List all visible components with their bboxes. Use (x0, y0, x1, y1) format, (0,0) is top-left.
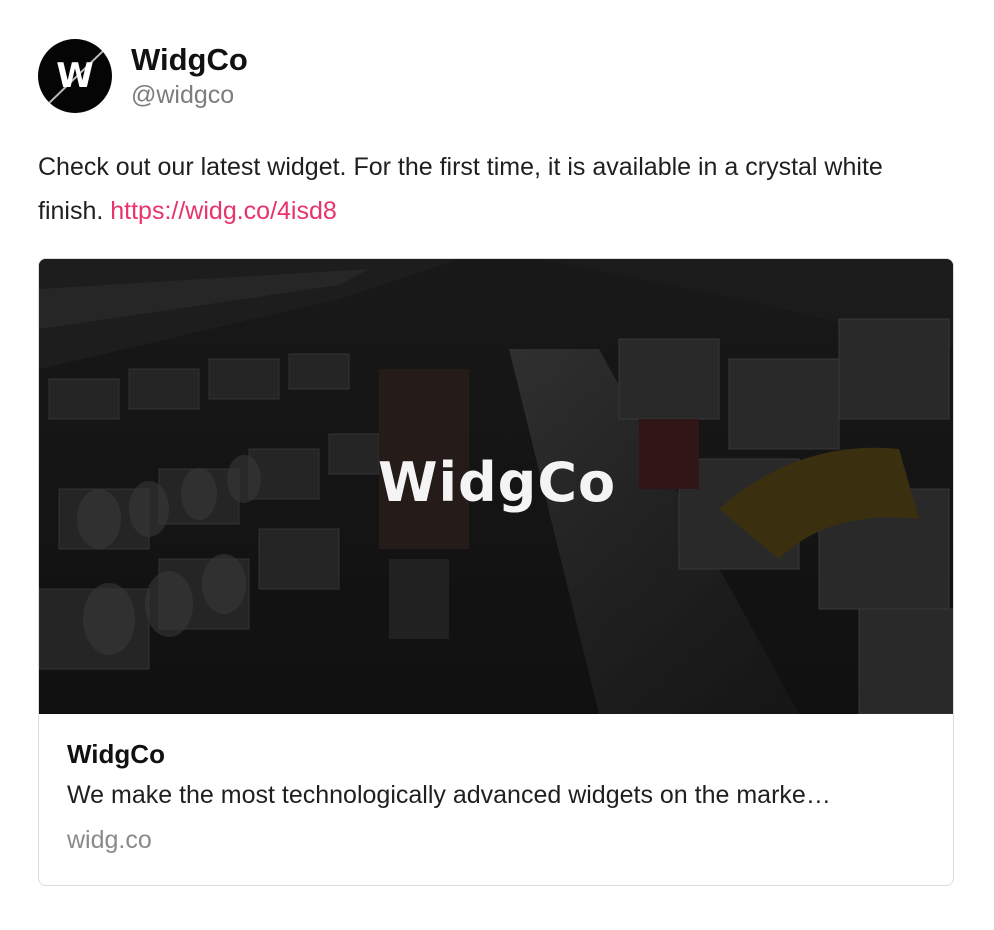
link-preview-body: WidgCo We make the most technologically … (39, 714, 953, 862)
post: W WidgCo @widgco Check out our latest wi… (38, 38, 954, 886)
author-handle[interactable]: @widgco (131, 79, 248, 111)
link-preview-description: We make the most technologically advance… (67, 781, 831, 809)
link-preview-domain: widg.co (67, 826, 152, 854)
link-preview-title: WidgCo (67, 739, 165, 769)
author-names: WidgCo @widgco (131, 41, 248, 111)
avatar-logo-letter: W (56, 56, 94, 96)
author-display-name[interactable]: WidgCo (131, 41, 248, 79)
post-text: Check out our latest widget. For the fir… (38, 145, 954, 233)
post-header: W WidgCo @widgco (38, 38, 954, 114)
link-preview-card[interactable]: WidgCo WidgCo We make the most technolog… (38, 258, 954, 886)
avatar[interactable]: W (38, 39, 112, 113)
link-preview-image[interactable]: WidgCo (39, 259, 953, 714)
image-logo-text: WidgCo (377, 451, 617, 514)
post-link[interactable]: https://widg.co/4isd8 (110, 197, 337, 225)
